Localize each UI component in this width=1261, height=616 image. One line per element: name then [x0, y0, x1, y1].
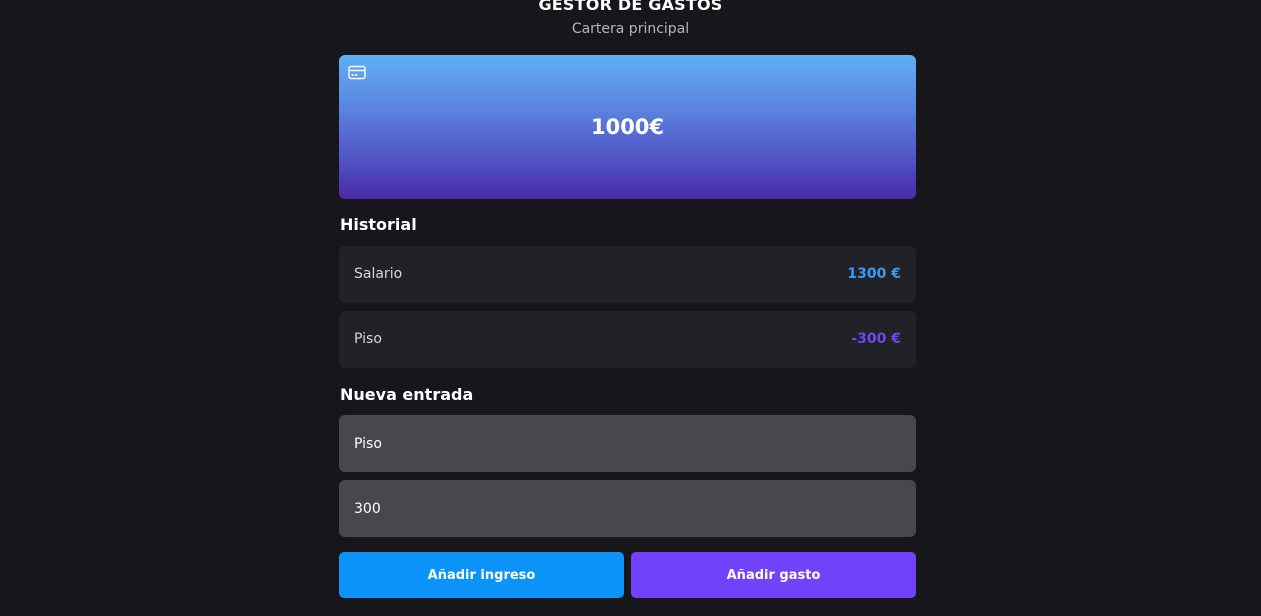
app-root: GESTOR DE GASTOS Cartera principal 1000€… — [0, 0, 1261, 616]
history-item-salario: Salario 1300 € — [339, 246, 916, 303]
balance-card: 1000€ — [339, 55, 916, 199]
history-item-amount: -300 € — [851, 331, 901, 347]
history-item-label: Piso — [354, 331, 382, 347]
add-expense-button[interactable]: Añadir gasto — [631, 552, 916, 598]
add-income-button[interactable]: Añadir ingreso — [339, 552, 624, 598]
history-item-amount: 1300 € — [847, 266, 901, 282]
history-item-piso: Piso -300 € — [339, 311, 916, 368]
credit-card-icon — [348, 65, 366, 81]
concept-input[interactable] — [339, 415, 916, 472]
balance-amount: 1000€ — [590, 115, 665, 139]
new-entry-title: Nueva entrada — [340, 385, 474, 404]
app-title: GESTOR DE GASTOS — [538, 0, 723, 14]
wallet-subtitle: Cartera principal — [571, 21, 690, 37]
history-title: Historial — [340, 215, 417, 234]
history-item-label: Salario — [354, 266, 403, 282]
amount-input[interactable] — [339, 480, 916, 537]
concept-field-wrapper — [339, 415, 916, 472]
amount-field-wrapper — [339, 480, 916, 537]
